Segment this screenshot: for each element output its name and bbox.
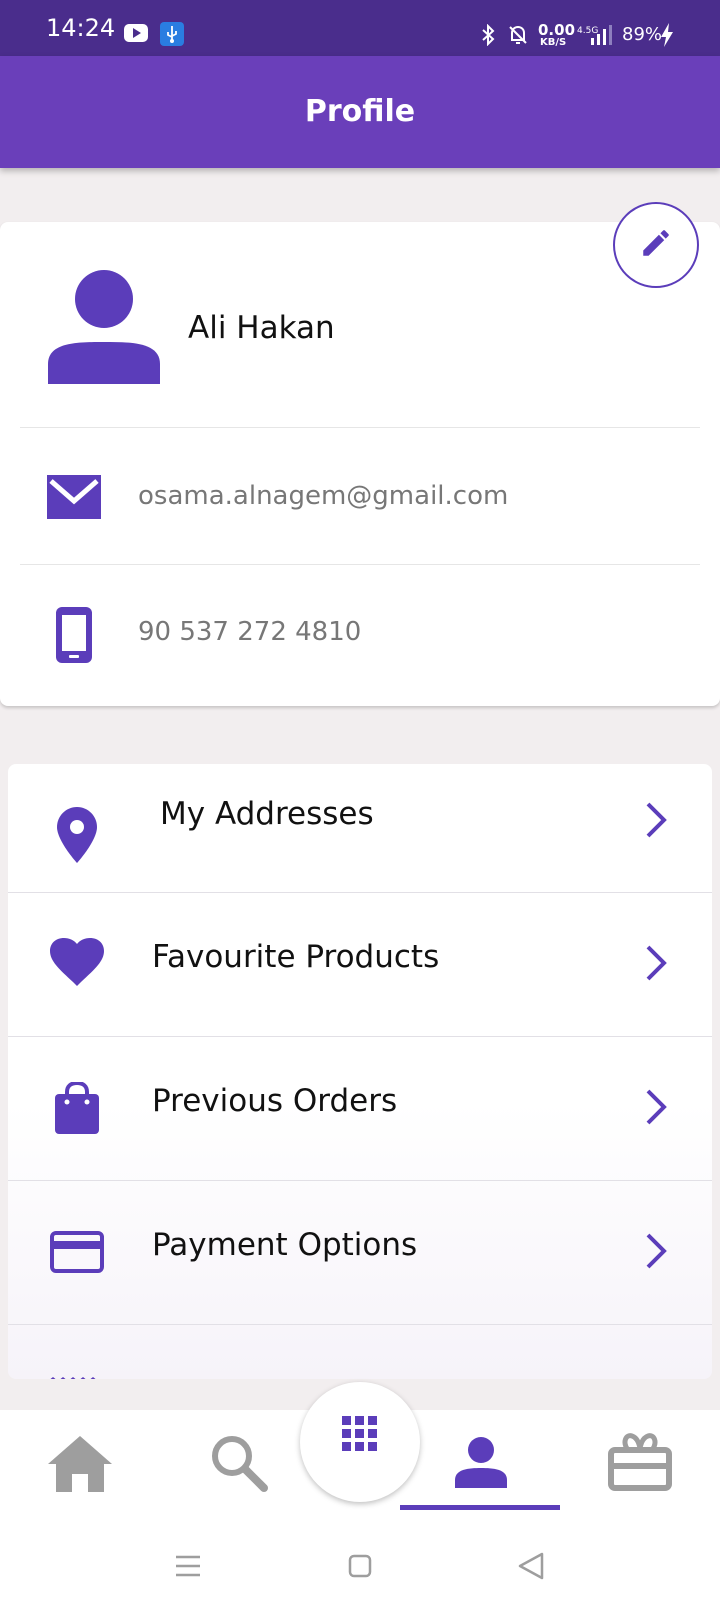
chevron-right-icon bbox=[644, 943, 668, 987]
gift-icon[interactable] bbox=[608, 1432, 672, 1496]
edit-profile-button[interactable] bbox=[613, 202, 699, 288]
credit-card-icon bbox=[42, 1217, 112, 1287]
divider bbox=[20, 427, 700, 428]
location-pin-icon bbox=[42, 800, 112, 870]
menu-item-my-addresses[interactable]: My Addresses bbox=[8, 764, 712, 908]
receipt-icon bbox=[48, 1372, 98, 1379]
chevron-right-icon bbox=[644, 1231, 668, 1275]
signal-icon bbox=[590, 24, 614, 50]
menu-item-label: My Addresses bbox=[160, 796, 374, 832]
menu-item-payment-options[interactable]: Payment Options bbox=[8, 1181, 712, 1325]
mute-icon bbox=[507, 24, 529, 50]
active-tab-indicator bbox=[400, 1505, 560, 1510]
app-bar: Profile bbox=[0, 56, 720, 168]
menu-list: My Addresses Favourite Products Previous… bbox=[8, 764, 712, 1379]
menu-item-previous-orders[interactable]: Previous Orders bbox=[8, 1037, 712, 1181]
home-square-icon[interactable] bbox=[348, 1554, 372, 1582]
divider bbox=[8, 1324, 712, 1325]
menu-item-label: Payment Options bbox=[152, 1227, 418, 1263]
grid-icon bbox=[342, 1416, 378, 1456]
mail-icon bbox=[47, 475, 101, 523]
status-bar: 14:24 0.00 KB/S 4.5G 89% bbox=[0, 0, 720, 56]
net-speed-unit: KB/S bbox=[540, 37, 567, 48]
profile-icon[interactable] bbox=[455, 1436, 507, 1492]
menu-item-favourite-products[interactable]: Favourite Products bbox=[8, 893, 712, 1037]
bluetooth-icon bbox=[480, 23, 496, 50]
status-time: 14:24 bbox=[46, 14, 116, 42]
categories-button[interactable] bbox=[300, 1382, 420, 1502]
phone-value: 90 537 272 4810 bbox=[138, 617, 362, 647]
page-title: Profile bbox=[304, 94, 416, 129]
chevron-right-icon bbox=[644, 1087, 668, 1131]
divider bbox=[20, 564, 700, 565]
system-navigation-bar bbox=[0, 1520, 720, 1600]
menu-icon[interactable] bbox=[174, 1554, 202, 1582]
shopping-bag-icon bbox=[42, 1073, 112, 1143]
battery-level: 89% bbox=[622, 24, 663, 45]
heart-icon bbox=[42, 927, 112, 997]
person-icon bbox=[48, 270, 162, 388]
user-name: Ali Hakan bbox=[188, 310, 335, 346]
home-icon[interactable] bbox=[48, 1436, 112, 1496]
back-icon[interactable] bbox=[518, 1552, 544, 1584]
chevron-right-icon bbox=[644, 800, 668, 844]
email-value: osama.alnagem@gmail.com bbox=[138, 481, 509, 511]
youtube-icon bbox=[124, 24, 148, 46]
charging-icon bbox=[660, 23, 674, 51]
phone-icon bbox=[54, 605, 94, 669]
menu-item-label: Favourite Products bbox=[152, 939, 440, 975]
usb-icon bbox=[160, 22, 184, 50]
menu-item-label: Previous Orders bbox=[152, 1083, 398, 1119]
search-icon[interactable] bbox=[210, 1434, 268, 1496]
pencil-icon bbox=[639, 226, 673, 264]
